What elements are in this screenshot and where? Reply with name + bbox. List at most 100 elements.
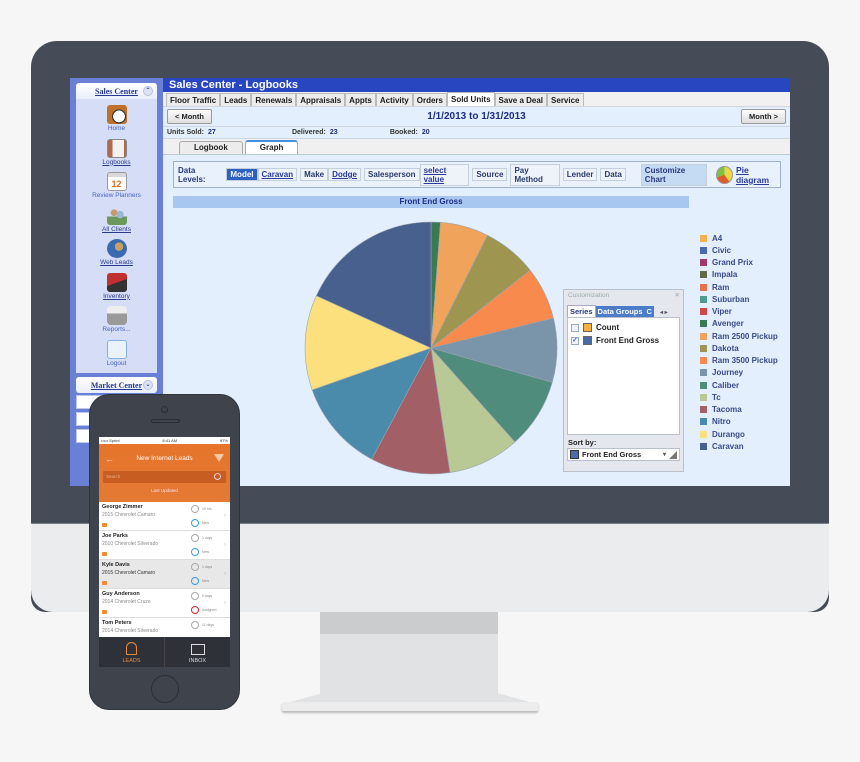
legend-item[interactable]: A4 — [700, 232, 778, 244]
tab-sold-units[interactable]: Sold Units — [446, 92, 495, 106]
tab-orders[interactable]: Orders — [412, 93, 447, 106]
tab-renewals[interactable]: Renewals — [251, 93, 297, 106]
series-checkbox[interactable]: ✓ — [571, 336, 579, 345]
clock: 8:41 AM — [162, 438, 178, 443]
legend-item[interactable]: Avenger — [700, 318, 778, 330]
pie-diagram-button[interactable]: Pie diagram — [716, 165, 780, 185]
phone-tab-bar: LEADS INBOX — [99, 637, 230, 667]
chevron-right-icon: › — [224, 513, 226, 519]
expand-chevron-icon[interactable]: ⌄ — [143, 380, 153, 390]
sidebar-item-inventory[interactable]: Inventory — [76, 272, 157, 307]
series-item[interactable]: Count — [568, 321, 679, 334]
legend-item[interactable]: Civic — [700, 244, 778, 256]
collapse-chevron-icon[interactable]: ⌃ — [143, 86, 153, 96]
lead-list-item[interactable]: Guy Anderson 2014 Chevrolet Cruze 6 days As… — [99, 589, 230, 618]
sort-indicator[interactable]: Last Updated — [99, 488, 230, 493]
filter-icon[interactable] — [214, 454, 224, 462]
tab-data-groups[interactable]: Data Groups — [595, 306, 645, 317]
status-clock-icon — [191, 577, 199, 585]
sidebar-item-review-planners[interactable]: 12 Review Planners — [76, 172, 157, 206]
customize-chart-button[interactable]: Customize Chart — [640, 163, 708, 186]
legend-item[interactable]: Ram 3500 Pickup — [700, 355, 778, 367]
sort-order-icon[interactable] — [669, 450, 677, 459]
market-center-header[interactable]: Market Center ⌄ — [76, 377, 157, 393]
sidebar-item-label: All Clients — [102, 225, 131, 233]
tab-floor-traffic[interactable]: Floor Traffic — [166, 93, 221, 106]
legend-item[interactable]: Grand Prix — [700, 257, 778, 269]
tab-appraisals[interactable]: Appraisals — [296, 93, 346, 106]
source-level-button[interactable]: Source — [472, 168, 508, 181]
sidebar-item-reports[interactable]: Reports... — [76, 306, 157, 340]
salesperson-value-link[interactable]: select value — [419, 163, 470, 186]
legend-item[interactable]: Impala — [700, 269, 778, 281]
legend-item[interactable]: Ram — [700, 281, 778, 293]
legend-swatch — [700, 418, 707, 426]
lead-list-item[interactable]: George Zimmer 2015 Chevrolet Camaro 19 hrs… — [99, 502, 230, 531]
tab-logbook[interactable]: Logbook — [179, 141, 243, 154]
sort-color-swatch — [570, 450, 579, 459]
tab-scroll-arrows-icon[interactable]: ◂ ▸ — [658, 308, 670, 317]
series-checkbox[interactable] — [571, 323, 579, 332]
leads-list: George Zimmer 2015 Chevrolet Camaro 19 hrs… — [99, 502, 230, 647]
model-level-button[interactable]: Model — [226, 168, 258, 181]
legend-item[interactable]: Ram 2500 Pickup — [700, 330, 778, 342]
sidebar-item-logout[interactable]: Logout — [76, 339, 157, 374]
series-label: Count — [596, 323, 620, 332]
legend-item[interactable]: Caravan — [700, 440, 778, 452]
legend-item[interactable]: Nitro — [700, 416, 778, 428]
legend-label: Journey — [712, 368, 744, 378]
series-item[interactable]: ✓ Front End Gross — [568, 334, 679, 347]
tab-leads[interactable]: Leads — [220, 93, 252, 106]
tab-graph[interactable]: Graph — [244, 140, 299, 154]
legend-label: Impala — [712, 270, 738, 280]
next-month-button[interactable]: Month > — [741, 109, 786, 124]
legend-label: Ram 3500 Pickup — [712, 356, 778, 366]
series-color-swatch — [583, 336, 592, 345]
lead-list-item[interactable]: Joe Parks 2010 Chevrolet Silverado 1 days N… — [99, 531, 230, 560]
chevron-right-icon: › — [224, 542, 226, 548]
tab-series[interactable]: Series — [567, 305, 596, 317]
legend-item[interactable]: Caliber — [700, 379, 778, 391]
lead-vehicle: 2015 Chevrolet Camaro — [102, 512, 156, 518]
pie-diagram-label: Pie diagram — [735, 164, 770, 185]
tab-appts[interactable]: Appts — [345, 93, 376, 106]
legend-item[interactable]: Suburban — [700, 293, 778, 305]
phone-search-input[interactable]: Search — [103, 471, 226, 483]
clock-icon — [191, 621, 199, 629]
data-level-button[interactable]: Data — [600, 168, 626, 181]
salesperson-level-button[interactable]: Salesperson — [363, 168, 420, 181]
sales-center-header[interactable]: Sales Center ⌃ — [76, 83, 157, 99]
tab-service[interactable]: Service — [547, 93, 584, 106]
lead-status: New — [202, 521, 210, 525]
make-level-button[interactable]: Make — [300, 168, 329, 181]
legend-item[interactable]: Dakota — [700, 342, 778, 354]
lead-age: 19 hrs — [202, 507, 212, 511]
key-icon — [102, 523, 107, 527]
legend-swatch — [700, 344, 707, 352]
legend-item[interactable]: Tacoma — [700, 404, 778, 416]
legend-item[interactable]: Journey — [700, 367, 778, 379]
close-icon[interactable]: ✕ — [675, 290, 680, 301]
home-button[interactable] — [151, 675, 179, 703]
sort-by-select[interactable]: Front End Gross ▾ — [567, 448, 680, 461]
sidebar-item-label: Review Planners — [92, 192, 141, 199]
customization-header: Customization ✕ — [564, 290, 683, 301]
pay-method-level-button[interactable]: Pay Method — [510, 163, 560, 186]
lead-list-item[interactable]: Kyle Davis 2015 Chevrolet Camaro 1 days New… — [99, 560, 230, 589]
tab-inbox-mobile[interactable]: INBOX — [165, 637, 230, 667]
sidebar-item-web-leads[interactable]: Web Leads — [76, 239, 157, 273]
lender-level-button[interactable]: Lender — [562, 168, 598, 181]
legend-item[interactable]: Durango — [700, 428, 778, 440]
legend-item[interactable]: Viper — [700, 306, 778, 318]
sidebar-item-logbooks[interactable]: Logbooks — [76, 138, 157, 173]
model-value-link[interactable]: Caravan — [257, 168, 298, 181]
tab-save-a-deal[interactable]: Save a Deal — [494, 93, 548, 106]
tab-activity[interactable]: Activity — [375, 93, 413, 106]
tab-leads-mobile[interactable]: LEADS — [99, 637, 165, 667]
tab-more[interactable]: C — [644, 306, 654, 317]
prev-month-button[interactable]: < Month — [167, 109, 212, 124]
sidebar-item-home[interactable]: Home — [76, 105, 157, 139]
sidebar-item-all-clients[interactable]: All Clients — [76, 205, 157, 240]
make-value-link[interactable]: Dodge — [328, 168, 361, 181]
legend-item[interactable]: Tc — [700, 391, 778, 403]
